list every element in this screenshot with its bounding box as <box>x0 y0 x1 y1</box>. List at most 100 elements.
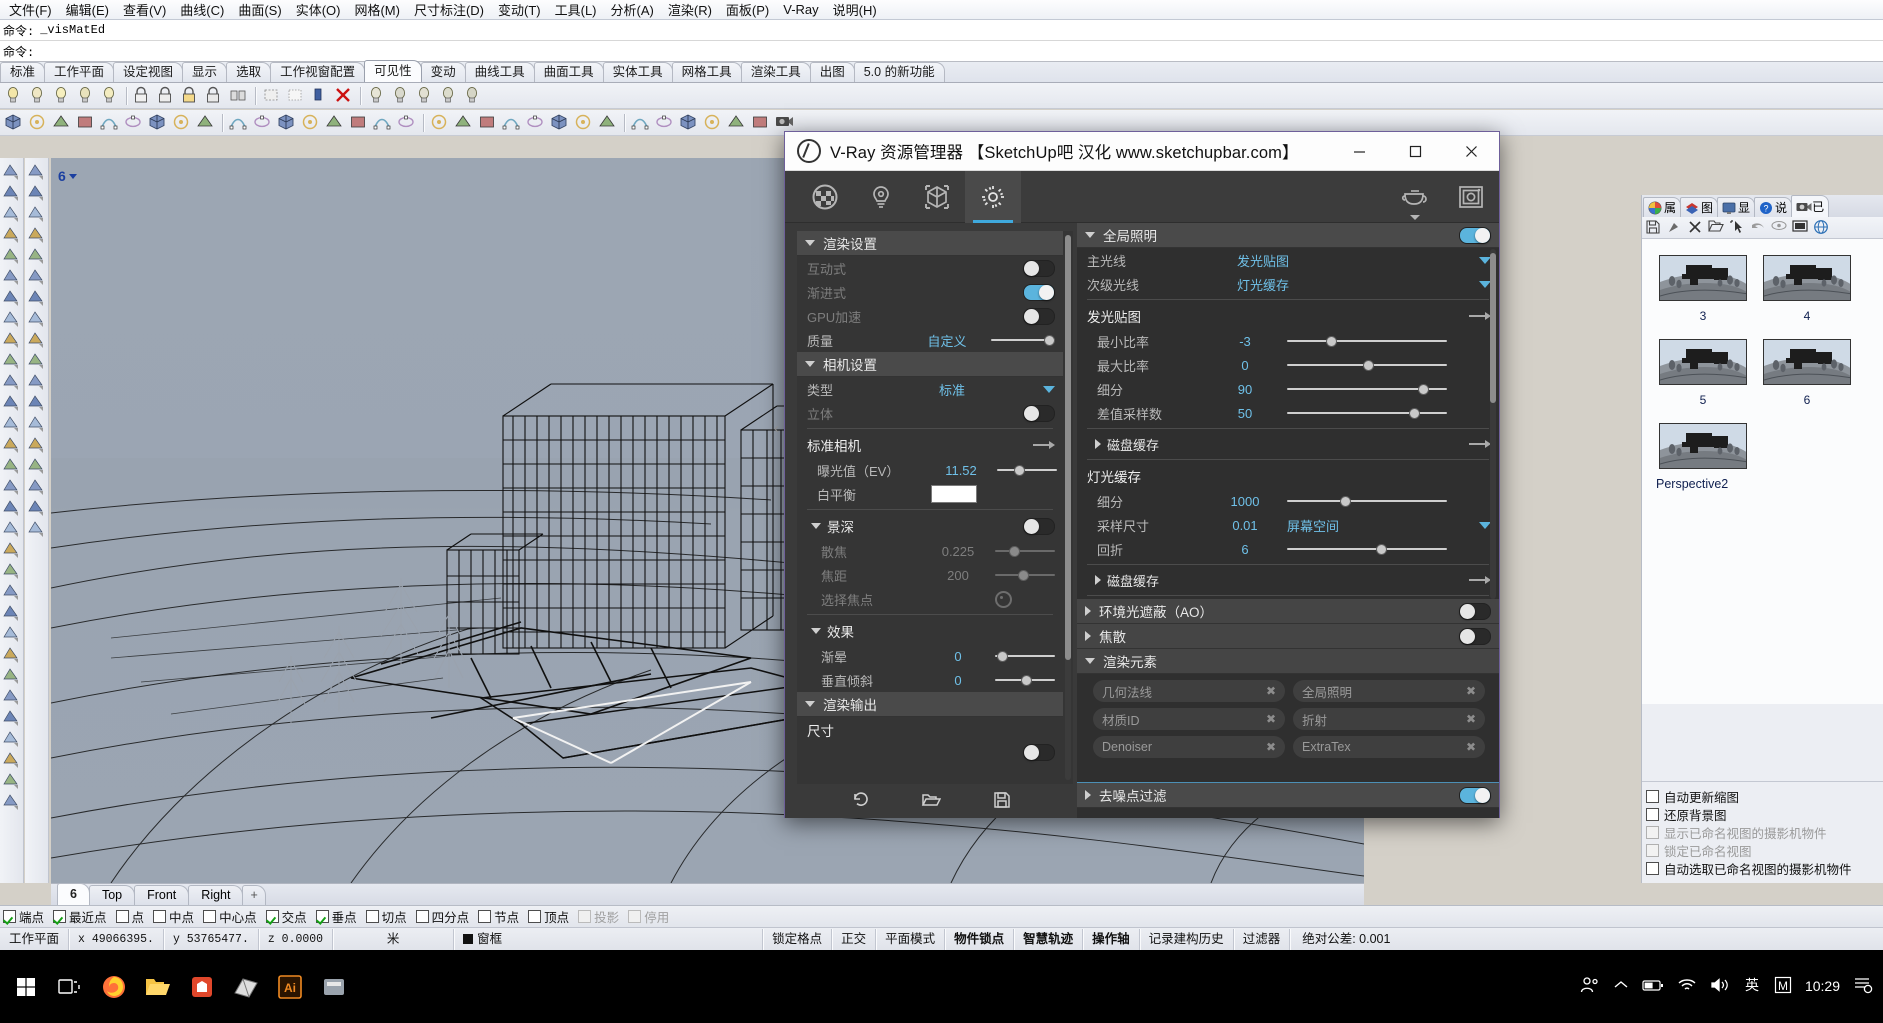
copy-icon[interactable] <box>124 113 144 133</box>
lock-icon[interactable] <box>133 86 153 106</box>
paint-icon[interactable] <box>27 520 47 540</box>
slab-icon[interactable] <box>27 352 47 372</box>
lock-object-icon[interactable] <box>205 86 225 106</box>
named-view-thumbnail[interactable] <box>1659 255 1747 301</box>
point-cloud-icon[interactable] <box>27 163 47 183</box>
slider[interactable] <box>1287 358 1447 372</box>
slider-knob[interactable] <box>1326 336 1338 347</box>
close-button[interactable] <box>1443 132 1499 170</box>
light-bulb-icon[interactable] <box>853 171 909 223</box>
right-scrollbar-thumb[interactable] <box>1490 253 1496 403</box>
section-denoiser[interactable]: 去噪点过滤 <box>1077 783 1499 808</box>
snap-checkbox[interactable] <box>528 910 542 923</box>
plane-grid-icon[interactable] <box>27 310 47 330</box>
snap-7[interactable]: 切点 <box>365 907 407 926</box>
prop-row-lc-0[interactable]: 细分 1000 <box>1077 489 1499 513</box>
section-caustics-toggle[interactable] <box>1459 627 1491 645</box>
remove-element-icon[interactable]: ✖ <box>1266 684 1276 698</box>
people-icon[interactable] <box>1580 976 1600 997</box>
explode-icon[interactable] <box>2 751 22 771</box>
prop-row-lc-2[interactable]: 回折 6 <box>1077 537 1499 561</box>
snap-checkbox[interactable] <box>115 910 129 923</box>
transform-icon[interactable] <box>27 415 47 435</box>
section-ambient-occlusion[interactable]: 环境光遮蔽（AO） <box>1077 599 1499 624</box>
boolean-union-icon[interactable] <box>631 113 651 133</box>
status-cell-4[interactable]: 智慧轨迹 <box>1014 928 1084 950</box>
menu-item-3[interactable]: 曲线(C) <box>173 0 231 21</box>
prop-row-dof-0[interactable]: 散焦 0.225 <box>797 539 1063 563</box>
cut-icon[interactable] <box>100 113 120 133</box>
polygon-icon[interactable] <box>2 331 22 351</box>
subsection-depth-of-field[interactable]: 景深 <box>797 513 1063 539</box>
right-panel-tab-1[interactable]: 图 <box>1680 197 1719 217</box>
save-icon[interactable] <box>993 791 1011 812</box>
slider[interactable] <box>1287 542 1447 556</box>
slider-knob[interactable] <box>1362 360 1374 371</box>
snap-checkbox[interactable] <box>265 910 279 923</box>
status-cell-0[interactable]: 锁定格点 <box>763 928 833 950</box>
curve-cp-icon[interactable] <box>27 247 47 267</box>
prop-row-ir-0[interactable]: 最小比率 -3 <box>1077 329 1499 353</box>
named-view-item[interactable]: 4 <box>1758 255 1856 323</box>
named-view-thumbnail[interactable] <box>1659 339 1747 385</box>
delete-icon[interactable] <box>1687 219 1705 237</box>
status-cell-5[interactable]: 操作轴 <box>1083 928 1140 950</box>
right-panel-tab-4[interactable]: 已 <box>1791 195 1830 217</box>
named-view-thumbnail[interactable] <box>1763 339 1851 385</box>
snap-checkbox[interactable] <box>3 910 16 923</box>
slider[interactable] <box>995 673 1055 687</box>
named-view-thumbnail[interactable] <box>1763 255 1851 301</box>
status-cell-7[interactable]: 过滤器 <box>1234 928 1291 950</box>
slider-knob[interactable] <box>1014 465 1026 476</box>
network-icon[interactable] <box>550 113 570 133</box>
remove-element-icon[interactable]: ✖ <box>1466 740 1476 754</box>
folder-open-icon[interactable] <box>921 791 942 812</box>
curve-icon[interactable] <box>2 226 22 246</box>
slider-knob[interactable] <box>1376 544 1388 555</box>
boolean-diff-icon[interactable] <box>655 113 675 133</box>
surface-icon[interactable] <box>2 352 22 372</box>
ribbon-tab-9[interactable]: 曲面工具 <box>533 62 604 82</box>
globe-icon[interactable] <box>1813 219 1831 237</box>
chevron-down-icon[interactable] <box>1043 385 1055 393</box>
section-render-elements[interactable]: 渲染元素 <box>1077 649 1499 674</box>
ribbon-tab-5[interactable]: 工作视窗配置 <box>270 62 366 82</box>
row-lightcache-disk-cache[interactable]: 磁盘缓存 <box>1077 568 1499 592</box>
snap-6[interactable]: 垂点 <box>315 907 357 926</box>
prop-row-render-1[interactable]: 渐进式 <box>797 280 1063 304</box>
status-unit[interactable]: 米 <box>333 928 455 950</box>
rect-icon[interactable] <box>349 113 369 133</box>
snap-10[interactable]: 顶点 <box>528 907 569 926</box>
left-scrollbar-thumb[interactable] <box>1065 235 1071 661</box>
explode-arrow-icon[interactable] <box>27 331 47 351</box>
isolate-icon[interactable] <box>310 86 330 106</box>
wifi-icon[interactable] <box>1677 977 1697 996</box>
unlock-icon[interactable] <box>157 86 177 106</box>
check-icon[interactable] <box>27 499 47 519</box>
snap-checkbox[interactable] <box>478 910 492 923</box>
prop-toggle[interactable] <box>1023 259 1055 277</box>
status-cell-1[interactable]: 正交 <box>832 928 877 950</box>
named-view-item[interactable]: 3 <box>1654 255 1752 323</box>
menu-item-8[interactable]: 变动(T) <box>491 0 548 21</box>
prop-row-cam-0[interactable]: 类型 标准 <box>797 377 1063 401</box>
section-camera-settings[interactable]: 相机设置 <box>797 352 1063 377</box>
status-layer[interactable]: 窗框 <box>454 928 764 950</box>
slider[interactable] <box>995 649 1055 663</box>
prop-row-ir-1[interactable]: 最大比率 0 <box>1077 353 1499 377</box>
expand-arrow-icon[interactable] <box>1469 575 1491 585</box>
hourglass-icon[interactable] <box>703 113 723 133</box>
light-disc-icon[interactable] <box>391 86 411 106</box>
status-workplane[interactable]: 工作平面 <box>0 928 70 950</box>
zoom-target-icon[interactable] <box>751 113 771 133</box>
slider[interactable] <box>995 544 1055 558</box>
light-on-icon[interactable] <box>4 86 24 106</box>
menu-item-11[interactable]: 渲染(R) <box>661 0 719 21</box>
light-sphere-icon[interactable] <box>415 86 435 106</box>
add-viewport-tab-button[interactable]: + <box>242 885 266 905</box>
section-caustics[interactable]: 焦散 <box>1077 624 1499 649</box>
right-panel-tab-0[interactable]: 属 <box>1643 197 1682 217</box>
circle-icon[interactable] <box>229 113 249 133</box>
lighting-icon[interactable] <box>27 457 47 477</box>
render-element-pill-5[interactable]: ExtraTex ✖ <box>1293 736 1485 758</box>
